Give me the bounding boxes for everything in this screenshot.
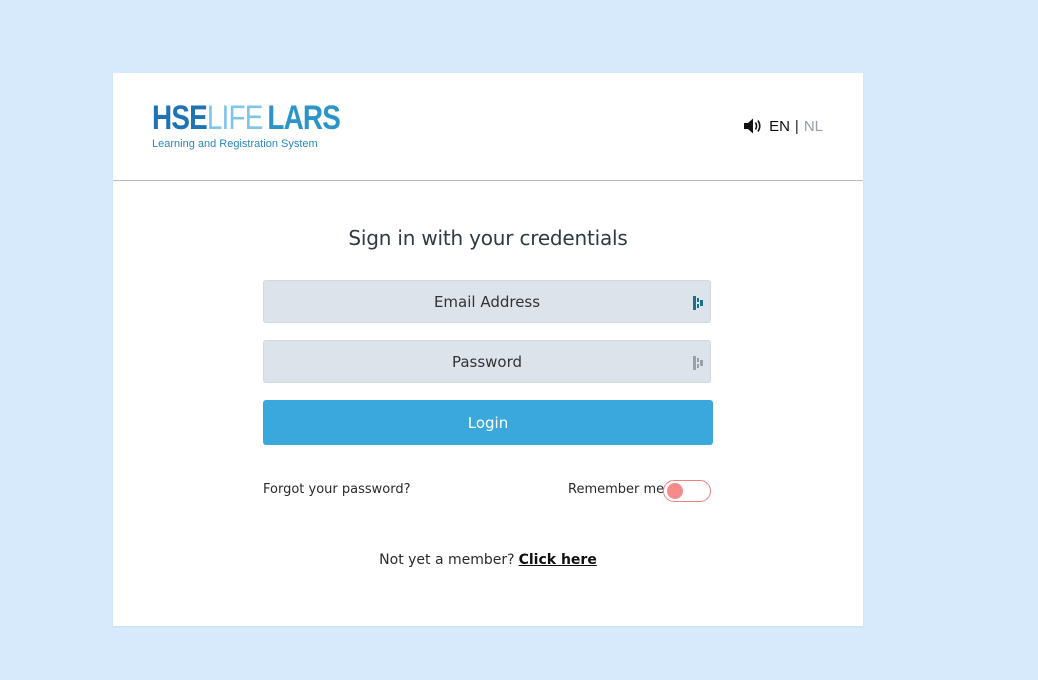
logo-life: LIFE: [206, 99, 263, 137]
language-switcher: EN | NL: [743, 117, 823, 135]
password-manager-icon[interactable]: [693, 295, 705, 310]
toggle-knob: [667, 483, 683, 499]
page-title: Sign in with your credentials: [348, 226, 628, 250]
password-field-wrapper: [263, 340, 711, 383]
logo: HSELIFE LARS Learning and Registration Sy…: [152, 101, 381, 150]
speaker-icon[interactable]: [743, 117, 763, 135]
email-field[interactable]: [264, 280, 710, 323]
card-header: HSELIFE LARS Learning and Registration Sy…: [113, 73, 863, 181]
signup-prompt: Not yet a member? Click here: [113, 552, 863, 568]
email-field-wrapper: [263, 280, 711, 323]
password-manager-icon[interactable]: [693, 355, 705, 370]
password-field[interactable]: [264, 340, 710, 383]
logo-wordmark: HSELIFE LARS: [152, 99, 341, 137]
forgot-password-link[interactable]: Forgot your password?: [263, 482, 411, 497]
remember-me-toggle[interactable]: [663, 480, 711, 502]
logo-tagline: Learning and Registration System: [152, 138, 318, 150]
language-nl[interactable]: NL: [804, 118, 823, 135]
login-button[interactable]: Login: [263, 400, 713, 445]
signup-link[interactable]: Click here: [519, 552, 597, 568]
remember-me-label: Remember me: [568, 482, 665, 497]
language-en[interactable]: EN: [769, 118, 790, 135]
language-separator: |: [794, 117, 799, 135]
logo-lars: LARS: [267, 99, 341, 137]
signup-prompt-text: Not yet a member?: [379, 552, 515, 568]
login-card: HSELIFE LARS Learning and Registration Sy…: [113, 73, 863, 626]
logo-hse: HSE: [152, 99, 208, 137]
